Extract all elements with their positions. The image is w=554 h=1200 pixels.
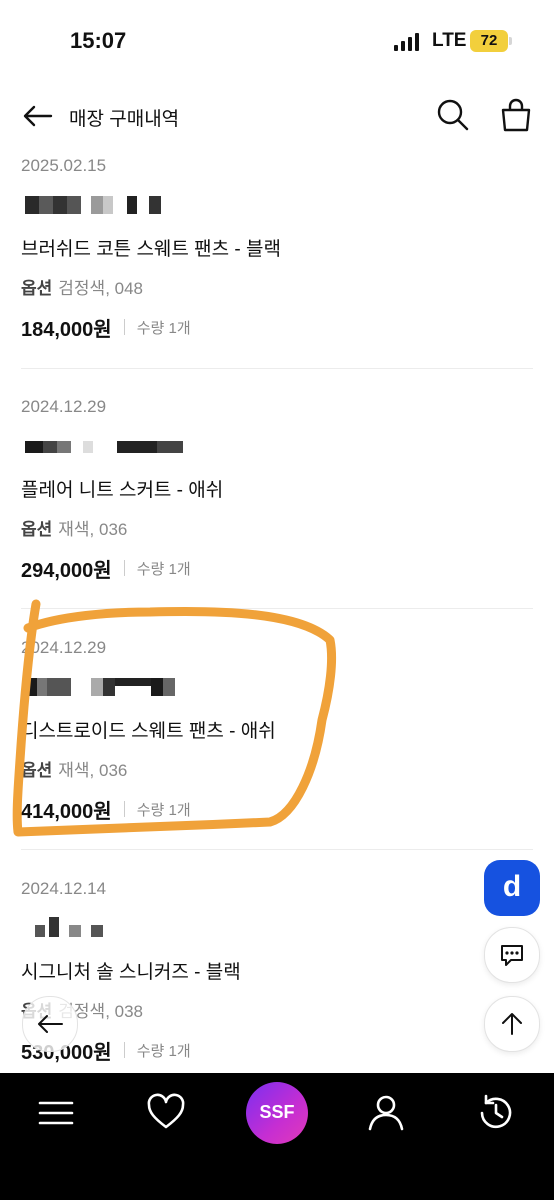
status-bar: 15:07 LTE 72 bbox=[0, 0, 554, 84]
option-value: 재색, 036 bbox=[58, 520, 128, 539]
price: 414,000원 bbox=[21, 800, 112, 823]
d-label: d bbox=[502, 870, 522, 903]
page-header: 매장 구매내역 bbox=[0, 84, 554, 148]
product-name: 시그니처 솔 스니커즈 - 블랙 bbox=[21, 962, 241, 983]
price: 294,000원 bbox=[21, 559, 112, 582]
option-label: 옵션 bbox=[21, 520, 53, 539]
divider bbox=[21, 849, 533, 850]
ssf-label: SSF bbox=[259, 1102, 295, 1122]
status-time: 15:07 bbox=[70, 28, 127, 53]
price-row: 414,000원 수량 1개 bbox=[21, 796, 191, 823]
arrow-left-icon[interactable] bbox=[20, 98, 56, 134]
price-row: 184,000원 수량 1개 bbox=[21, 314, 191, 341]
signal-icon bbox=[394, 33, 419, 51]
price: 184,000원 bbox=[21, 318, 112, 341]
shopping-bag-icon[interactable] bbox=[497, 96, 535, 134]
d-app-button[interactable]: d bbox=[484, 860, 540, 916]
redacted-store-name bbox=[21, 917, 221, 939]
quantity: 수량 1개 bbox=[136, 319, 191, 337]
order-date: 2024.12.29 bbox=[21, 397, 107, 416]
menu-icon[interactable] bbox=[34, 1091, 78, 1135]
product-name: 브러쉬드 코튼 스웨트 팬츠 - 블랙 bbox=[21, 239, 281, 260]
price-row: 294,000원 수량 1개 bbox=[21, 555, 191, 582]
order-item[interactable]: 2024.12.14 시그니처 솔 스니커즈 - 블랙 옵션검정색, 038 5… bbox=[0, 879, 554, 1069]
option-label: 옵션 bbox=[21, 279, 53, 298]
divider bbox=[123, 801, 125, 817]
search-icon[interactable] bbox=[434, 96, 472, 134]
divider bbox=[21, 608, 533, 609]
chat-icon bbox=[501, 945, 523, 966]
order-item[interactable]: 2024.12.29 플레어 니트 스커트 - 애쉬 옵션 재색, 036 294… bbox=[0, 397, 554, 597]
option-value: 검정색, 048 bbox=[58, 279, 144, 298]
battery-indicator: 72 bbox=[470, 30, 508, 52]
option-row: 옵션 재색, 036 bbox=[21, 756, 127, 781]
order-date: 2024.12.14 bbox=[21, 879, 107, 898]
option-row: 옵션 검정색, 048 bbox=[21, 274, 143, 299]
page-title: 매장 구매내역 bbox=[69, 109, 180, 130]
floating-back-button[interactable] bbox=[22, 996, 78, 1052]
battery-cap bbox=[509, 37, 512, 45]
order-date: 2024.12.29 bbox=[21, 638, 107, 657]
divider bbox=[21, 368, 533, 369]
divider bbox=[123, 560, 125, 576]
bottom-navigation: SSF bbox=[0, 1073, 554, 1200]
order-date: 2025.02.15 bbox=[21, 156, 107, 175]
option-row: 옵션 재색, 036 bbox=[21, 515, 127, 540]
product-name: 플레어 니트 스커트 - 애쉬 bbox=[21, 480, 224, 501]
user-icon[interactable] bbox=[364, 1091, 408, 1135]
scroll-top-button[interactable] bbox=[484, 996, 540, 1052]
chat-button[interactable] bbox=[484, 927, 540, 983]
history-icon[interactable] bbox=[474, 1091, 518, 1135]
redacted-store-name bbox=[21, 194, 221, 216]
divider bbox=[123, 1042, 125, 1058]
quantity: 수량 1개 bbox=[136, 801, 191, 819]
arrow-left-icon bbox=[38, 1015, 63, 1033]
ssf-home-button[interactable]: SSF bbox=[246, 1082, 308, 1144]
divider bbox=[123, 319, 125, 335]
product-name: 디스트로이드 스웨트 팬츠 - 애쉬 bbox=[21, 721, 276, 742]
quantity: 수량 1개 bbox=[136, 560, 191, 578]
network-label: LTE bbox=[432, 30, 467, 51]
arrow-up-icon bbox=[502, 1013, 522, 1035]
order-item[interactable]: 2024.12.29 디스트로이드 스웨트 팬츠 - 애쉬 옵션 재색, 036 … bbox=[0, 638, 554, 838]
quantity: 수량 1개 bbox=[136, 1042, 191, 1060]
redacted-store-name bbox=[21, 435, 221, 457]
heart-icon[interactable] bbox=[144, 1091, 188, 1135]
option-label: 옵션 bbox=[21, 761, 53, 780]
order-item[interactable]: 2025.02.15 브러쉬드 코튼 스웨트 팬츠 - 블랙 옵션 검정색, 04… bbox=[0, 156, 554, 356]
option-value: 재색, 036 bbox=[58, 761, 128, 780]
redacted-store-name bbox=[21, 676, 221, 698]
